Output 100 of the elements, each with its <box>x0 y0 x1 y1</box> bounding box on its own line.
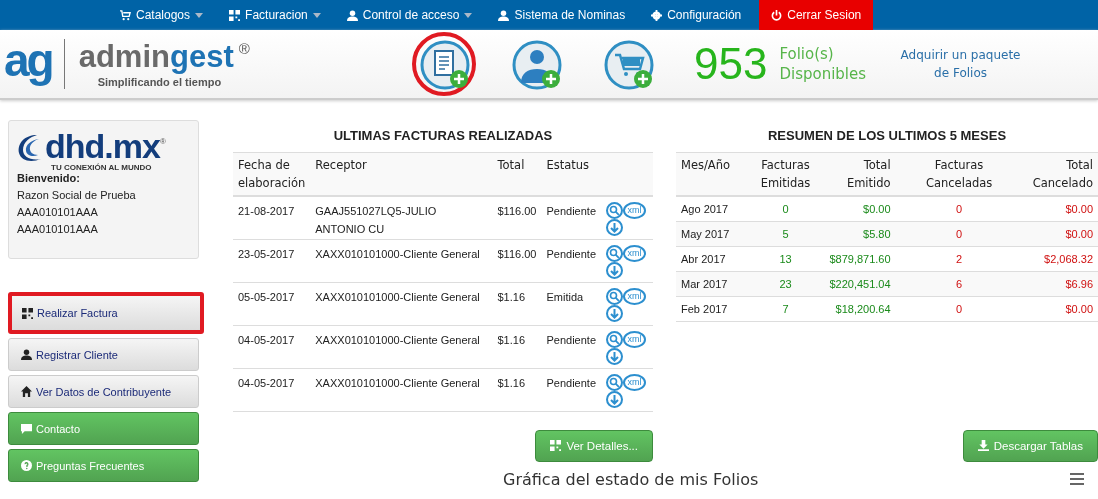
table-cell: Pendiente <box>541 368 601 411</box>
table-cell: 6 <box>912 271 1006 296</box>
table-cell: 0 <box>912 296 1006 321</box>
nav-item[interactable]: Facturacion <box>221 0 329 30</box>
qr-code-icon <box>550 440 562 451</box>
invoice-add-icon <box>419 39 469 89</box>
xml-button[interactable]: xml <box>623 330 646 348</box>
table-cell: $116.00 <box>492 239 542 282</box>
table-cell: 05-05-2017 <box>233 282 311 325</box>
table-cell: $0.00 <box>1005 196 1098 221</box>
download-icon[interactable] <box>606 219 623 236</box>
table-cell: Pendiente <box>541 325 601 368</box>
table-cell: $879,871.60 <box>824 246 913 271</box>
table-cell: $0.00 <box>1005 296 1098 321</box>
user-icon <box>346 9 358 21</box>
qr-code-icon <box>22 307 33 319</box>
sidebar-button[interactable]: Contacto <box>8 412 199 445</box>
sidebar-button[interactable]: Ver Datos de Contribuyente <box>8 375 199 408</box>
search-icon[interactable] <box>606 330 623 348</box>
column-header: Total <box>492 152 542 196</box>
table-cell: Pendiente <box>541 239 601 282</box>
qr-code-icon <box>229 9 241 21</box>
table-cell: XAXX010101000-Cliente General <box>310 239 493 282</box>
details-button[interactable]: Ver Detalles... <box>535 429 653 462</box>
search-icon[interactable] <box>606 202 623 219</box>
table-cell: $1.16 <box>492 368 542 411</box>
table-cell: XAXX010101000-Cliente General <box>310 282 493 325</box>
table-cell: $116.00 <box>492 196 542 239</box>
section-title: RESUMEN DE LOS ULTIMOS 5 MESES <box>766 128 1008 143</box>
registered-mark: ® <box>159 137 166 146</box>
company-logo-text: dhd.mx <box>45 129 160 163</box>
power-icon <box>771 9 783 21</box>
table-cell: 04-05-2017 <box>233 325 311 368</box>
table-cell: 0 <box>912 196 1006 221</box>
xml-button[interactable]: xml <box>623 202 646 219</box>
buy-folios-link[interactable]: Adquirir un paquete de Folios <box>898 46 1024 82</box>
table-cell: $1.16 <box>492 325 542 368</box>
table-cell: $2,068.32 <box>1005 246 1098 271</box>
download-icon[interactable] <box>606 304 623 322</box>
xml-button[interactable]: xml <box>623 244 646 262</box>
nav-item[interactable]: Catalogos <box>112 0 212 30</box>
download-icon[interactable] <box>606 261 623 279</box>
home-icon <box>21 386 32 397</box>
table-cell: $5.80 <box>824 221 913 246</box>
sidebar-button[interactable]: Preguntas Frecuentes <box>8 449 199 482</box>
column-header: Fecha de elaboración <box>233 152 311 196</box>
column-header: Total Cancelado <box>1005 152 1098 196</box>
download-icon <box>977 440 989 451</box>
table-cell: 0 <box>746 196 825 221</box>
nav-item[interactable]: Sistema de Nominas <box>490 0 634 30</box>
profile-line: AAA010101AAA <box>17 223 99 235</box>
header-action-button[interactable] <box>412 32 476 96</box>
cart-icon <box>120 9 131 21</box>
column-header: Facturas Emitidas <box>746 152 825 196</box>
table-cell: GAAJ551027LQ5-JULIO ANTONIO CU <box>310 196 493 239</box>
table-cell: Emitida <box>541 282 601 325</box>
table-cell: Ago 2017 <box>676 196 747 221</box>
profile-line: AAA010101AAA <box>17 206 99 218</box>
section-title: ULTIMAS FACTURAS REALIZADAS <box>332 128 554 143</box>
xml-button[interactable]: xml <box>623 373 646 391</box>
user-icon <box>21 349 32 360</box>
nav-item[interactable]: Control de acceso <box>338 0 481 30</box>
table-cell: Pendiente <box>541 196 601 239</box>
table-cell: 23-05-2017 <box>233 239 311 282</box>
company-slogan: TU CONEXIÓN AL MUNDO <box>51 163 153 172</box>
question-icon <box>21 460 32 471</box>
nav-item[interactable]: Configuración <box>643 0 750 30</box>
table-cell: Mar 2017 <box>676 271 747 296</box>
table-cell: 0 <box>912 221 1006 246</box>
column-header: Receptor <box>310 152 493 196</box>
table-cell: 23 <box>746 271 825 296</box>
search-icon[interactable] <box>606 287 623 305</box>
table-cell: $6.96 <box>1005 271 1098 296</box>
search-icon[interactable] <box>606 373 623 391</box>
sidebar-button[interactable]: Registrar Cliente <box>8 338 199 371</box>
folio-label: Folio(s) <box>779 44 835 64</box>
table-cell: May 2017 <box>676 221 747 246</box>
xml-button[interactable]: xml <box>623 287 646 305</box>
table-cell: 13 <box>746 246 825 271</box>
folio-count: 953 <box>694 39 768 89</box>
logo-tagline: Simplificando el tiempo <box>97 75 223 88</box>
table-cell: 7 <box>746 296 825 321</box>
column-header: Estatus <box>541 152 601 196</box>
chat-bubble-icon <box>21 423 32 434</box>
logo-text: admin <box>78 40 170 72</box>
download-tables-button[interactable]: Descargar Tablas <box>962 429 1098 462</box>
search-icon[interactable] <box>606 244 623 262</box>
menu-icon[interactable] <box>1070 473 1084 485</box>
table-cell: $0.00 <box>1005 221 1098 246</box>
table-cell: XAXX010101000-Cliente General <box>310 325 493 368</box>
sidebar-button[interactable]: Realizar Factura <box>8 292 204 334</box>
table-cell: Feb 2017 <box>676 296 747 321</box>
folio-label: Disponibles <box>779 64 867 84</box>
nav-item[interactable]: Cerrar Sesion <box>759 0 874 30</box>
table-cell: XAXX010101000-Cliente General <box>310 368 493 411</box>
column-header: Facturas Canceladas <box>912 152 1006 196</box>
download-icon[interactable] <box>606 347 623 365</box>
download-icon[interactable] <box>606 390 623 408</box>
table-cell: $1.16 <box>492 282 542 325</box>
user-add-icon <box>511 39 561 89</box>
